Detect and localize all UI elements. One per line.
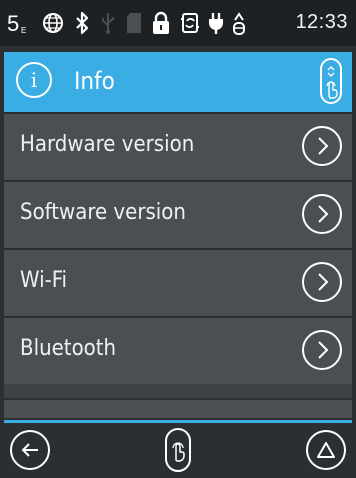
lock-icon [150, 9, 172, 37]
menu-item-bluetooth[interactable]: Bluetooth [4, 316, 352, 384]
page-title: Info [74, 67, 115, 95]
status-bar: 5 E 12:33 [0, 0, 356, 46]
menu-item-label: Bluetooth [20, 336, 117, 361]
menu-item-partial[interactable] [4, 398, 352, 418]
menu-item-label: Wi-Fi [20, 268, 68, 293]
wifi-level-5-icon: 5 E [6, 9, 36, 37]
info-screen: i Info Hardware version Software version… [4, 52, 352, 418]
svg-text:5: 5 [7, 11, 19, 36]
home-icon [317, 442, 335, 458]
sync-icon [178, 9, 202, 37]
menu-item-software-version[interactable]: Software version [4, 180, 352, 248]
chevron-right-icon[interactable] [302, 126, 342, 166]
battery-icon [230, 9, 248, 37]
scroll-touch-icon[interactable] [320, 58, 342, 104]
back-button[interactable] [10, 430, 50, 470]
svg-text:E: E [21, 26, 26, 35]
back-icon [21, 443, 38, 457]
touch-icon [172, 442, 185, 462]
menu-item-label: Hardware version [20, 132, 195, 157]
info-icon: i [16, 62, 52, 98]
chevron-right-icon[interactable] [302, 194, 342, 234]
menu-item-wifi[interactable]: Wi-Fi [4, 248, 352, 316]
touch-button[interactable] [165, 428, 191, 472]
power-plug-icon [206, 9, 226, 37]
chevron-right-icon[interactable] [302, 262, 342, 302]
info-header: i Info [4, 52, 352, 112]
clock-time: 12:33 [295, 11, 348, 33]
bluetooth-icon [72, 9, 92, 37]
home-button[interactable] [306, 430, 346, 470]
chevron-right-icon[interactable] [302, 330, 342, 370]
globe-icon [40, 9, 66, 37]
menu-item-label: Software version [20, 200, 186, 225]
usb-icon [98, 9, 118, 37]
bottom-nav [0, 423, 356, 478]
sd-card-icon [124, 9, 144, 37]
menu-item-hardware-version[interactable]: Hardware version [4, 112, 352, 180]
